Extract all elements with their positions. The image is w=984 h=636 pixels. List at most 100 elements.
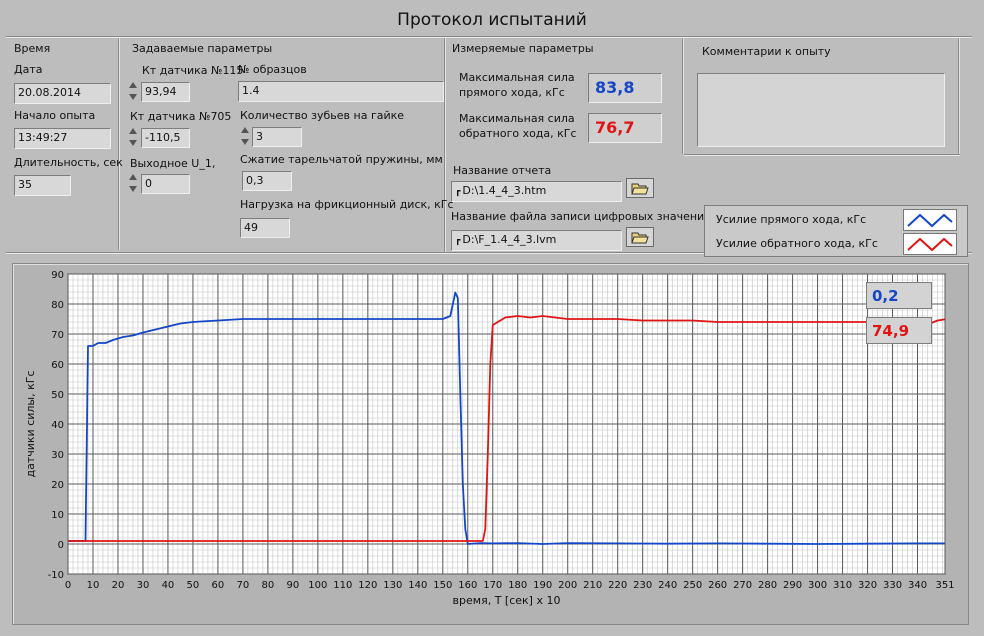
x-tick-label: 70 bbox=[237, 580, 250, 591]
k705-field[interactable]: -110,5 bbox=[141, 128, 190, 148]
divider-measured bbox=[682, 38, 683, 154]
y-tick-label: 90 bbox=[51, 270, 64, 281]
samples-field[interactable]: 1.4 bbox=[238, 81, 444, 102]
measured-header: Измеряемые параметры bbox=[452, 42, 594, 55]
folder-open-icon bbox=[631, 232, 649, 243]
divider-set bbox=[444, 38, 445, 254]
legend-reverse-label: Усилие обратного хода, кГс bbox=[716, 237, 878, 250]
divider-right bbox=[958, 38, 959, 154]
x-tick-label: 190 bbox=[533, 580, 552, 591]
x-tick-label: 340 bbox=[908, 580, 927, 591]
spring-field[interactable]: 0,3 bbox=[242, 171, 292, 191]
header-divider bbox=[6, 36, 972, 37]
y-axis-label: датчики силы, кГс bbox=[24, 371, 37, 478]
x-tick-label: 260 bbox=[708, 580, 727, 591]
browse-datafile-button[interactable] bbox=[626, 227, 654, 247]
force-chart[interactable]: 0 10 20 30 40 50 60 70 80 90 100 110 120 130 140 150 160… bbox=[12, 263, 969, 625]
x-tick-label: 30 bbox=[137, 580, 150, 591]
x-tick-label: 210 bbox=[583, 580, 602, 591]
legend-forward-label: Усилие прямого хода, кГс bbox=[716, 213, 867, 226]
cursor-forward-readout: 0,2 bbox=[866, 282, 932, 309]
max-reverse-label-1: Максимальная сила bbox=[459, 112, 575, 125]
teeth-label: Количество зубьев на гайке bbox=[240, 109, 405, 122]
max-forward-label-1: Максимальная сила bbox=[459, 71, 575, 84]
duration-label: Длительность, сек bbox=[14, 156, 123, 169]
browse-report-button[interactable] bbox=[626, 178, 654, 198]
up-down-arrows-icon[interactable] bbox=[240, 125, 250, 145]
comments-header: Комментарии к опыту bbox=[702, 45, 831, 58]
x-tick-label: 330 bbox=[883, 580, 902, 591]
x-tick-label: 200 bbox=[558, 580, 577, 591]
y-tick-label: 60 bbox=[51, 360, 64, 371]
legend-forward-swatch[interactable] bbox=[903, 209, 957, 231]
x-tick-label: 220 bbox=[608, 580, 627, 591]
x-tick-label: 250 bbox=[683, 580, 702, 591]
x-tick-label: 270 bbox=[733, 580, 752, 591]
u1-field[interactable]: 0 bbox=[141, 174, 190, 194]
x-tick-label: 110 bbox=[333, 580, 352, 591]
x-tick-label: 50 bbox=[187, 580, 200, 591]
duration-field[interactable]: 35 bbox=[14, 175, 71, 196]
date-label: Дата bbox=[14, 63, 43, 76]
up-down-arrows-icon[interactable] bbox=[128, 126, 138, 146]
x-tick-label: 230 bbox=[633, 580, 652, 591]
x-tick-label: 90 bbox=[287, 580, 300, 591]
datafile-label: Название файла записи цифровых значений bbox=[451, 210, 712, 223]
x-tick-label: 300 bbox=[808, 580, 827, 591]
comments-textarea[interactable] bbox=[697, 73, 945, 147]
x-tick-label: 280 bbox=[758, 580, 777, 591]
x-tick-label: 60 bbox=[212, 580, 225, 591]
max-reverse-value: 76,7 bbox=[588, 113, 662, 143]
date-field[interactable]: 20.08.2014 bbox=[14, 83, 111, 104]
x-tick-label: 140 bbox=[408, 580, 427, 591]
cursor-reverse-readout: 74,9 bbox=[866, 317, 932, 344]
y-tick-label: 80 bbox=[51, 300, 64, 311]
divider-time bbox=[118, 38, 119, 250]
load-label: Нагрузка на фрикционный диск, кГс bbox=[240, 198, 454, 211]
folder-open-icon bbox=[631, 183, 649, 194]
datafile-path-field[interactable]: ┏ D:\F_1.4_4_3.lvm bbox=[451, 230, 622, 251]
x-tick-label: 240 bbox=[658, 580, 677, 591]
time-header: Время bbox=[14, 42, 51, 55]
y-tick-label: 50 bbox=[51, 390, 64, 401]
load-field[interactable]: 49 bbox=[240, 218, 290, 238]
divider-comments bbox=[684, 154, 960, 155]
x-tick-label: 10 bbox=[87, 580, 100, 591]
max-forward-value: 83,8 bbox=[588, 73, 662, 103]
k115-field[interactable]: 93,94 bbox=[141, 82, 190, 102]
report-path-field[interactable]: ┏ D:\1.4_4_3.htm bbox=[451, 181, 622, 202]
x-axis-label: время, T [сек] x 10 bbox=[453, 594, 561, 607]
y-tick-label: 10 bbox=[51, 510, 64, 521]
up-down-arrows-icon[interactable] bbox=[128, 172, 138, 192]
y-tick-label: 0 bbox=[58, 540, 64, 551]
start-label: Начало опыта bbox=[14, 109, 96, 122]
x-tick-label: 40 bbox=[162, 580, 175, 591]
start-time-field[interactable]: 13:49:27 bbox=[14, 128, 111, 149]
k115-label: Кт датчика №115 bbox=[142, 64, 244, 77]
report-path-text: D:\1.4_4_3.htm bbox=[462, 184, 547, 197]
spring-label: Сжатие тарельчатой пружины, мм bbox=[240, 153, 443, 166]
x-tick-label: 170 bbox=[483, 580, 502, 591]
window-title: Протокол испытаний bbox=[397, 10, 587, 30]
plot-legend: Усилие прямого хода, кГс Усилие обратног… bbox=[704, 205, 968, 257]
x-tick-label: 310 bbox=[833, 580, 852, 591]
x-tick-label: 351 bbox=[935, 580, 954, 591]
datafile-path-text: D:\F_1.4_4_3.lvm bbox=[462, 233, 557, 246]
up-down-arrows-icon[interactable] bbox=[128, 80, 138, 100]
y-tick-label: 30 bbox=[51, 450, 64, 461]
x-tick-label: 320 bbox=[858, 580, 877, 591]
samples-label: № образцов bbox=[238, 63, 307, 76]
x-tick-label: 20 bbox=[112, 580, 125, 591]
path-icon: ┏ bbox=[455, 236, 461, 246]
teeth-field[interactable]: 3 bbox=[252, 127, 302, 147]
x-tick-label: 160 bbox=[458, 580, 477, 591]
path-icon: ┏ bbox=[455, 187, 461, 197]
x-tick-label: 120 bbox=[358, 580, 377, 591]
y-tick-label: 40 bbox=[51, 420, 64, 431]
y-tick-label: -10 bbox=[48, 570, 64, 581]
report-label: Название отчета bbox=[453, 164, 552, 177]
legend-reverse-swatch[interactable] bbox=[903, 233, 957, 255]
set-params-header: Задаваемые параметры bbox=[132, 42, 273, 55]
x-tick-label: 80 bbox=[262, 580, 275, 591]
x-tick-label: 150 bbox=[433, 580, 452, 591]
